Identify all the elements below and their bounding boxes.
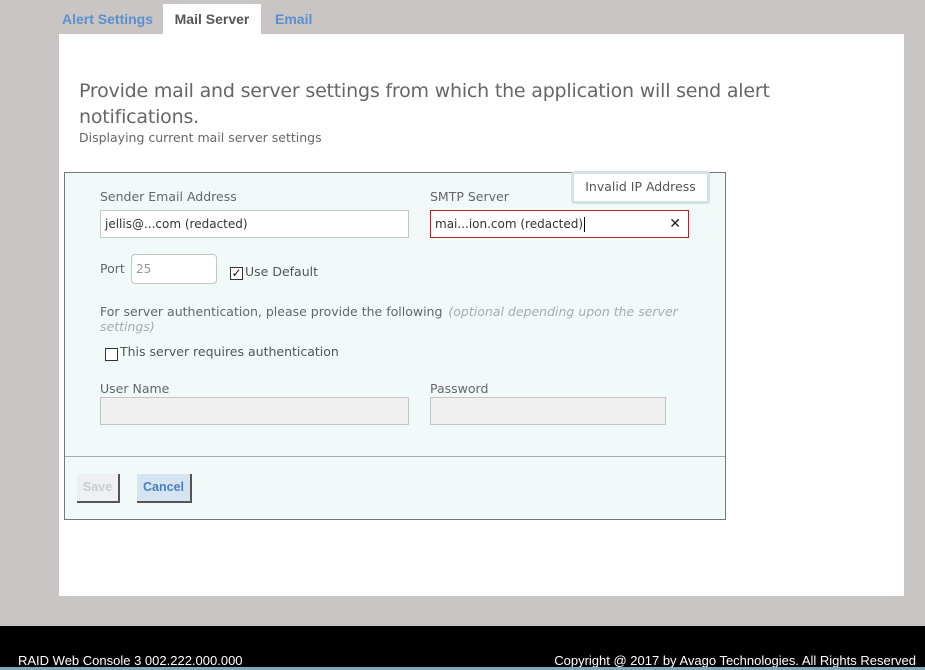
username-label: User Name [100, 381, 170, 396]
port-value: 25 [136, 262, 152, 276]
auth-note: For server authentication, please provid… [100, 304, 725, 334]
use-default-label: Use Default [245, 264, 318, 279]
auth-note-text: For server authentication, please provid… [100, 304, 443, 319]
page-title: Provide mail and server settings from wh… [79, 80, 770, 128]
error-tooltip: Invalid IP Address [571, 171, 710, 204]
footer: RAID Web Console 3 002.222.000.000 Copyr… [0, 626, 925, 670]
checkmark-icon: ✓ [231, 266, 242, 280]
save-button[interactable]: Save [77, 474, 120, 503]
username-input[interactable] [100, 397, 409, 425]
password-input[interactable] [430, 397, 666, 425]
mail-server-form: Sender Email Address jellis@...com (reda… [64, 171, 726, 520]
smtp-server-value: mai...ion.com (redacted) [435, 217, 584, 231]
use-default-checkbox[interactable]: ✓ [230, 267, 243, 280]
mail-server-panel: Provide mail and server settings from wh… [59, 34, 904, 596]
port-label: Port [100, 261, 125, 276]
text-caret [584, 217, 586, 232]
tab-mail-server[interactable]: Mail Server [163, 4, 261, 34]
sender-email-value: jellis@...com (redacted) [105, 217, 248, 231]
sender-email-input[interactable]: jellis@...com (redacted) [100, 210, 409, 238]
page-subtitle: Displaying current mail server settings [79, 130, 322, 145]
tab-alert-settings[interactable]: Alert Settings [59, 4, 163, 34]
requires-auth-label: This server requires authentication [120, 344, 339, 359]
tab-bar: Alert Settings Mail Server Email [59, 4, 316, 34]
cancel-button[interactable]: Cancel [137, 474, 192, 503]
port-input[interactable]: 25 [131, 254, 217, 284]
app-version: RAID Web Console 3 002.222.000.000 [18, 653, 243, 668]
close-icon[interactable]: ✕ [669, 211, 681, 237]
smtp-server-input[interactable]: mai...ion.com (redacted) ✕ [430, 210, 689, 238]
sender-email-label: Sender Email Address [100, 189, 237, 204]
copyright: Copyright @ 2017 by Avago Technologies. … [554, 653, 916, 668]
requires-auth-checkbox[interactable] [105, 348, 118, 361]
tab-email[interactable]: Email [261, 4, 316, 34]
form-divider [65, 456, 725, 457]
smtp-server-label: SMTP Server [430, 189, 509, 204]
password-label: Password [430, 381, 489, 396]
